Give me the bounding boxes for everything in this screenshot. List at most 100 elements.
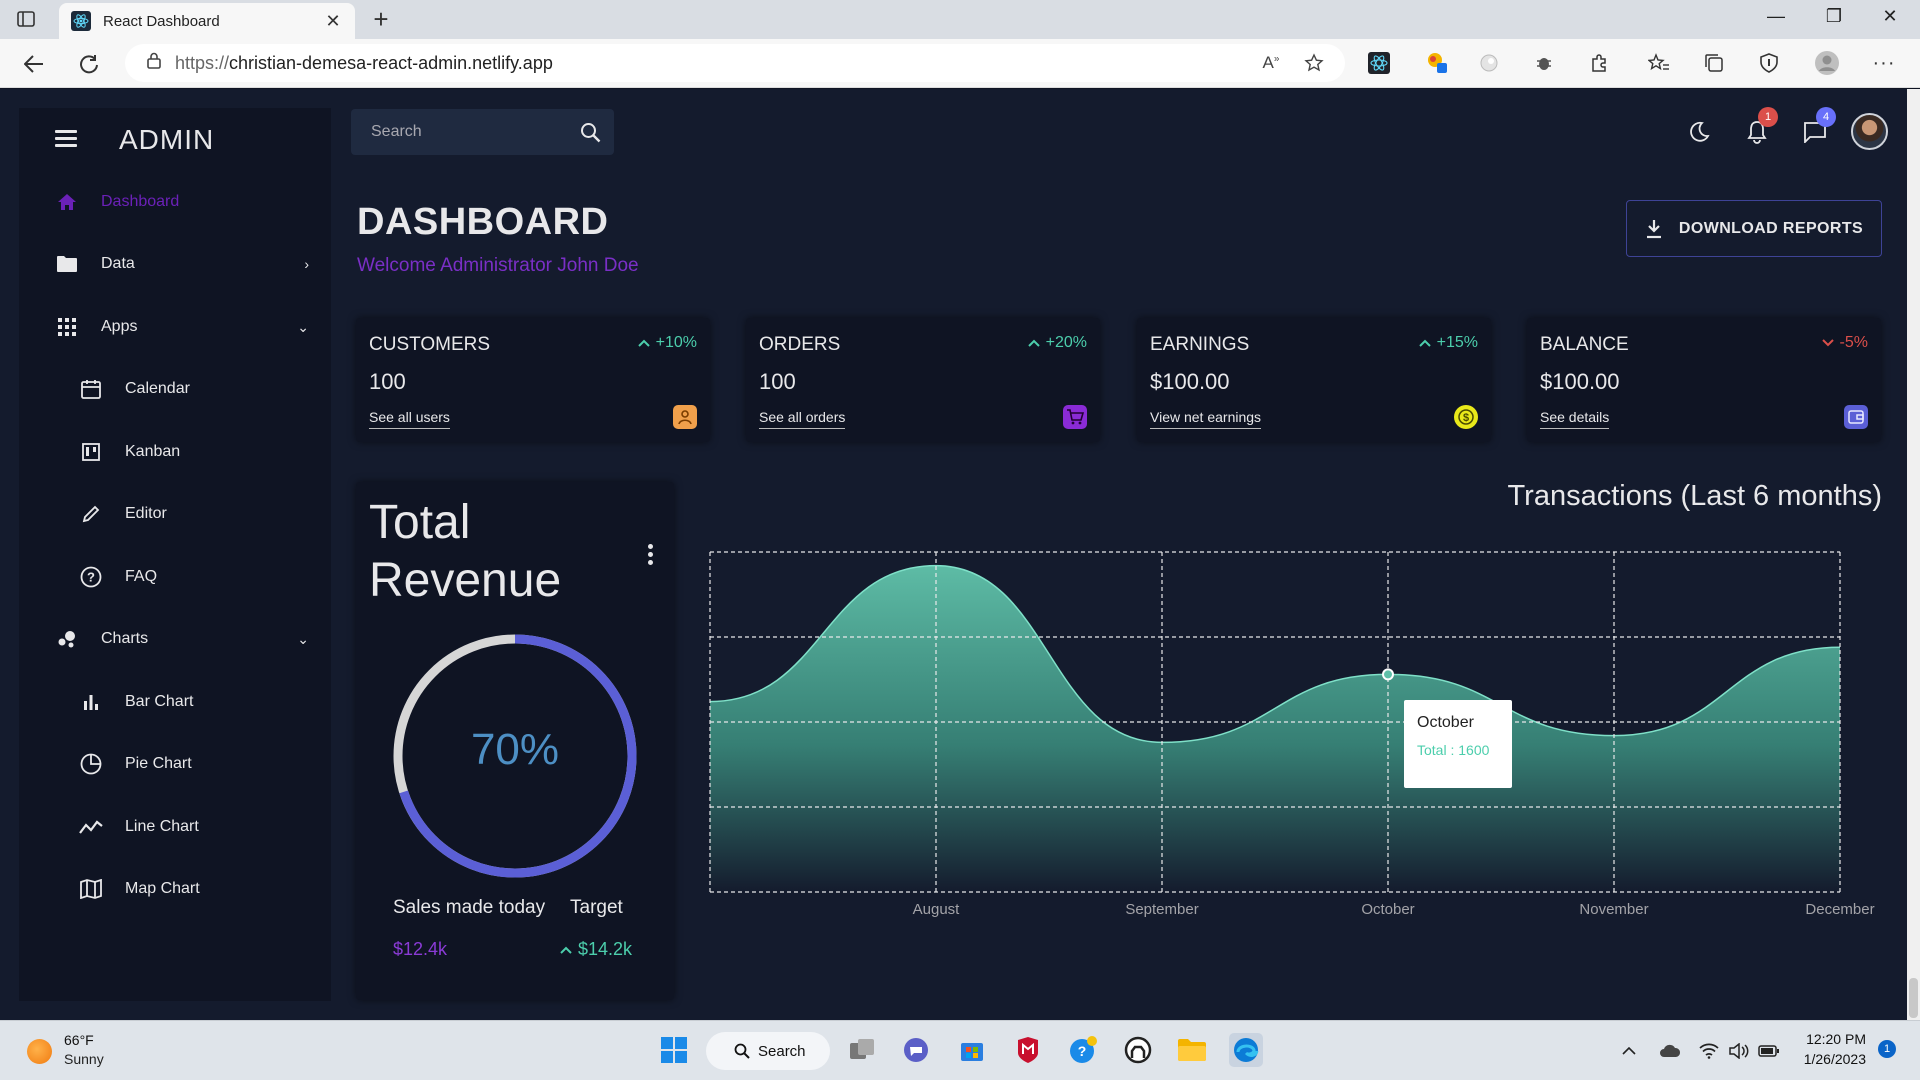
active-data-point[interactable] xyxy=(1382,668,1394,681)
url-field[interactable]: https://christian-demesa-react-admin.net… xyxy=(125,44,1345,82)
sidebar: ADMIN Dashboard Data › Apps ⌄ Calendar K… xyxy=(19,108,331,1001)
person-icon xyxy=(673,405,697,429)
refresh-icon[interactable] xyxy=(74,49,104,79)
sun-weather-icon[interactable] xyxy=(27,1039,52,1064)
stat-label: ORDERS xyxy=(759,334,841,355)
sidebar-item-pie-chart[interactable]: Pie Chart xyxy=(19,739,331,789)
add-favorite-icon[interactable] xyxy=(1300,49,1328,77)
onedrive-cloud-icon[interactable] xyxy=(1659,1041,1681,1061)
sidebar-item-label: Kanban xyxy=(125,443,181,460)
sidebar-item-label: Charts xyxy=(101,630,149,647)
extension-circle-icon[interactable] xyxy=(1476,50,1502,76)
more-menu-icon[interactable]: ··· xyxy=(1871,50,1897,76)
sidebar-item-faq[interactable]: ? FAQ xyxy=(19,552,331,602)
sidebar-item-charts[interactable]: Charts ⌄ xyxy=(19,614,331,664)
extensions-puzzle-icon[interactable] xyxy=(1586,50,1612,76)
revenue-title: Total Revenue xyxy=(369,496,562,607)
stat-card-earnings: EARNINGS +15% $100.00 View net earnings … xyxy=(1137,318,1491,442)
chart-tooltip: October Total : 1600 xyxy=(1404,700,1512,788)
file-explorer-icon[interactable] xyxy=(1175,1033,1209,1067)
view-net-earnings-link[interactable]: View net earnings xyxy=(1150,409,1262,429)
stat-value: $100.00 xyxy=(1540,369,1620,394)
weather-description[interactable]: Sunny xyxy=(64,1051,104,1067)
github-desktop-icon[interactable] xyxy=(1121,1033,1155,1067)
windows-start-icon[interactable] xyxy=(657,1033,691,1067)
tooltip-value: Total : 1600 xyxy=(1417,742,1490,758)
scrollbar-thumb[interactable] xyxy=(1909,978,1918,1018)
target-value: $14.2k xyxy=(560,939,632,960)
sidebar-item-data[interactable]: Data › xyxy=(19,239,331,289)
sidebar-item-bar-chart[interactable]: Bar Chart xyxy=(19,677,331,727)
task-view-icon[interactable] xyxy=(845,1033,879,1067)
sidebar-item-dashboard[interactable]: Dashboard xyxy=(19,177,331,227)
taskbar-clock-date[interactable]: 1/26/2023 xyxy=(1804,1051,1866,1067)
sidebar-item-label: Editor xyxy=(125,505,167,522)
url-text: https://christian-demesa-react-admin.net… xyxy=(175,52,553,73)
microsoft-store-icon[interactable] xyxy=(955,1033,989,1067)
trend-up-icon xyxy=(1027,339,1040,347)
stat-trend: +10% xyxy=(637,334,697,352)
wifi-icon[interactable] xyxy=(1698,1041,1720,1061)
sidebar-item-calendar[interactable]: Calendar xyxy=(19,364,331,414)
sidebar-item-map-chart[interactable]: Map Chart xyxy=(19,864,331,914)
stat-label: EARNINGS xyxy=(1150,334,1250,355)
notification-center-badge[interactable]: 1 xyxy=(1878,1040,1896,1058)
color-extension-icon[interactable] xyxy=(1424,50,1450,76)
read-aloud-icon[interactable]: A» xyxy=(1257,49,1285,77)
trend-up-icon xyxy=(1418,339,1431,347)
helper-app-icon[interactable]: ? xyxy=(1066,1033,1100,1067)
sidebar-item-label: Map Chart xyxy=(125,880,200,897)
close-tab-icon[interactable]: ✕ xyxy=(323,11,343,32)
browser-tab-title: React Dashboard xyxy=(103,12,220,30)
back-arrow-icon[interactable] xyxy=(19,49,49,79)
volume-icon[interactable] xyxy=(1728,1041,1750,1061)
minimize-window-icon[interactable]: — xyxy=(1756,6,1796,27)
profile-icon[interactable] xyxy=(1814,50,1840,76)
sidebar-item-line-chart[interactable]: Line Chart xyxy=(19,802,331,852)
see-details-link[interactable]: See details xyxy=(1540,409,1610,429)
restore-window-icon[interactable]: ❐ xyxy=(1814,6,1854,27)
browser-essentials-shield-icon[interactable] xyxy=(1756,50,1782,76)
pencil-icon xyxy=(79,502,103,526)
mcafee-icon[interactable] xyxy=(1011,1033,1045,1067)
page-scrollbar[interactable] xyxy=(1907,89,1920,1020)
x-tick-label: November xyxy=(1579,901,1648,918)
new-tab-icon[interactable]: + xyxy=(368,5,394,33)
react-devtools-icon[interactable] xyxy=(1366,50,1392,76)
taskbar-clock-time[interactable]: 12:20 PM xyxy=(1806,1031,1866,1047)
wallet-icon xyxy=(1844,405,1868,429)
calendar-icon xyxy=(79,377,103,401)
sales-made-today-label: Sales made today xyxy=(393,897,546,918)
revenue-percent: 70% xyxy=(470,725,560,774)
sidebar-item-kanban[interactable]: Kanban xyxy=(19,427,331,477)
see-all-users-link[interactable]: See all users xyxy=(369,409,450,429)
more-vertical-icon[interactable] xyxy=(648,544,654,565)
total-revenue-card: Total Revenue 70% Sales made today Targe… xyxy=(356,482,674,1000)
battery-icon[interactable] xyxy=(1758,1041,1780,1061)
transactions-area-chart[interactable]: August September October November December xyxy=(700,540,1900,930)
sidebar-item-label: Pie Chart xyxy=(125,755,192,772)
menu-toggle-icon[interactable] xyxy=(55,130,77,148)
favorites-icon[interactable] xyxy=(1646,50,1672,76)
teams-chat-icon[interactable] xyxy=(899,1033,933,1067)
bug-extension-icon[interactable] xyxy=(1531,50,1557,76)
tab-actions-icon[interactable] xyxy=(14,8,38,30)
sidebar-item-apps[interactable]: Apps ⌄ xyxy=(19,302,331,352)
search-input[interactable] xyxy=(351,109,571,155)
dark-mode-toggle-icon[interactable] xyxy=(1685,118,1713,146)
search-icon[interactable] xyxy=(578,120,602,144)
see-all-orders-link[interactable]: See all orders xyxy=(759,409,846,429)
taskbar-search[interactable]: Search xyxy=(706,1032,830,1070)
browser-tab[interactable]: React Dashboard ✕ xyxy=(59,3,355,39)
close-window-icon[interactable]: ✕ xyxy=(1870,6,1910,27)
collections-icon[interactable] xyxy=(1701,50,1727,76)
user-avatar[interactable] xyxy=(1851,113,1888,150)
weather-temperature[interactable]: 66°F xyxy=(64,1032,94,1048)
folder-icon xyxy=(55,252,79,276)
edge-browser-icon[interactable] xyxy=(1229,1033,1263,1067)
sidebar-item-label: Bar Chart xyxy=(125,693,194,710)
download-reports-button[interactable]: DOWNLOAD REPORTS xyxy=(1626,200,1882,257)
show-hidden-icons-chevron-icon[interactable] xyxy=(1618,1041,1640,1061)
svg-text:?: ? xyxy=(1078,1043,1087,1059)
sidebar-item-editor[interactable]: Editor xyxy=(19,489,331,539)
